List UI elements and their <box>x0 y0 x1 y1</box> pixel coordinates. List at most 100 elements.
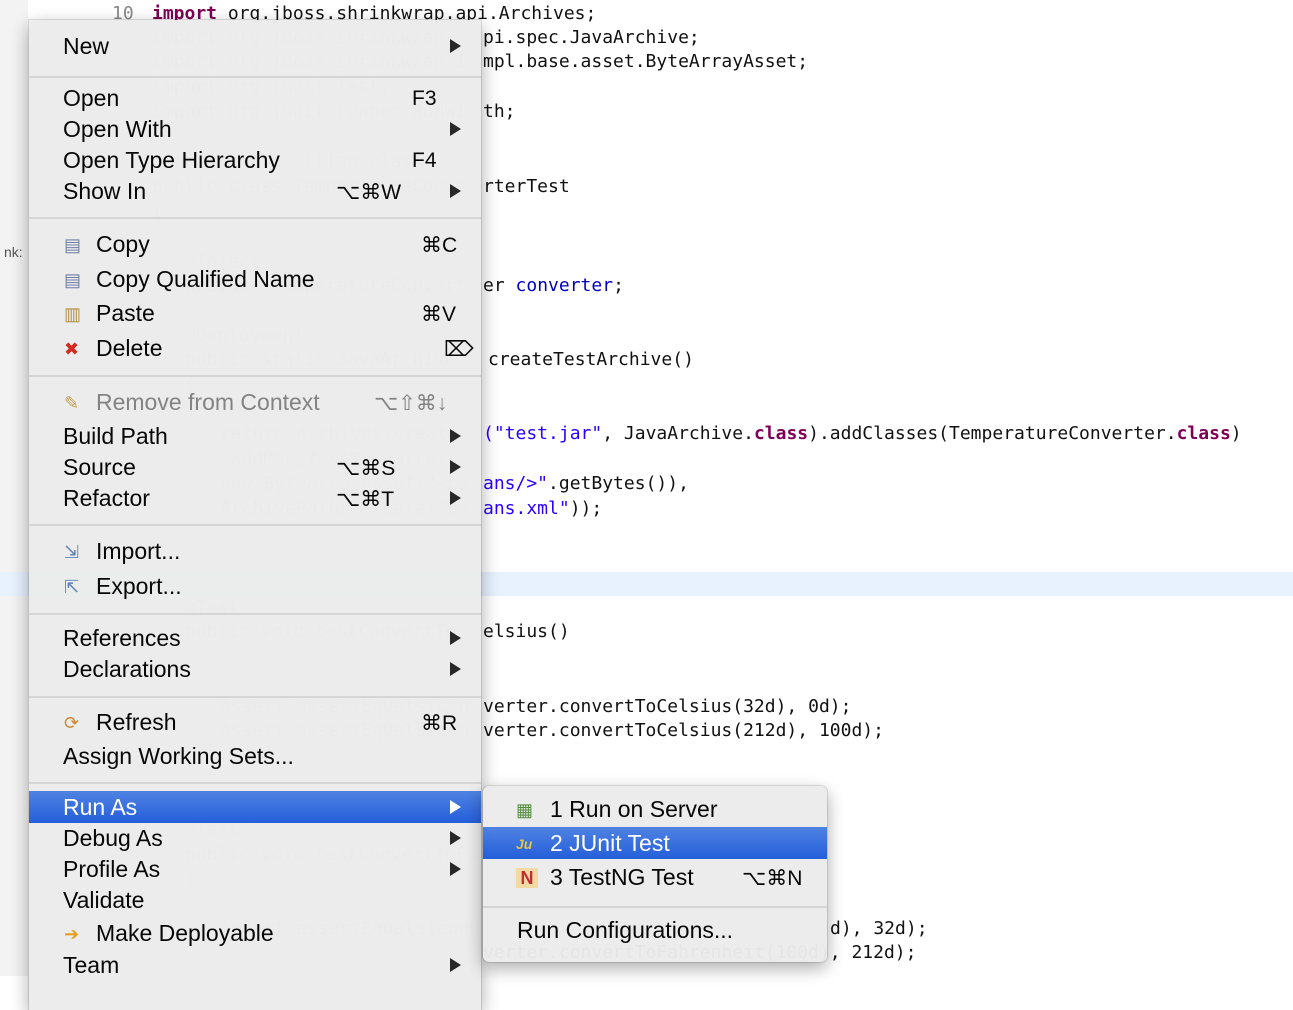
code-line: ("test.jar", JavaArchive.class).addClass… <box>483 422 1242 446</box>
code-line: er converter; <box>483 274 624 298</box>
menu-item-label: Validate <box>63 887 145 913</box>
menu-item-open-with[interactable]: Open With <box>29 113 481 145</box>
menu-separator <box>29 76 481 78</box>
menu-item-refresh[interactable]: ⟳ Refresh ⌘R <box>29 706 481 738</box>
menu-shortcut: F4 <box>412 149 437 172</box>
code-token: d), 32d); <box>830 918 928 939</box>
code-token: er <box>483 275 516 296</box>
code-token: elsius() <box>483 621 570 642</box>
code-line: ans.xml")); <box>483 497 602 521</box>
code-token: class <box>753 423 809 444</box>
menu-item-label: Debug As <box>63 825 163 851</box>
code-line: ans/>".getBytes()), <box>483 472 689 496</box>
menu-item-label: Assign Working Sets... <box>63 743 294 769</box>
menu-shortcut: ⌘V <box>421 303 457 326</box>
menu-item-label: Copy Qualified Name <box>96 266 315 292</box>
submenu-arrow-icon <box>450 831 461 845</box>
code-token: , JavaArchive. <box>602 423 754 444</box>
menu-item-label: Open <box>63 85 120 111</box>
submenu-item-junit-test[interactable]: Ju 2 JUnit Test <box>483 827 827 859</box>
code-line: createTestArchive() <box>488 348 694 372</box>
submenu-arrow-icon <box>450 631 461 645</box>
menu-item-declarations[interactable]: Declarations <box>29 653 481 685</box>
testng-icon: N <box>516 868 538 888</box>
menu-item-label: Refresh <box>96 709 177 735</box>
menu-separator <box>483 906 827 908</box>
menu-item-label: References <box>63 625 181 651</box>
code-line: verter.convertToCelsius(212d), 100d); <box>483 719 884 743</box>
menu-shortcut: ⌥⌘S <box>336 457 396 480</box>
submenu-arrow-icon <box>450 429 461 443</box>
copy-icon: ▤ <box>64 235 82 255</box>
menu-item-copy-qualified-name[interactable]: ▤ Copy Qualified Name <box>29 263 481 295</box>
junit-icon: Ju <box>516 836 533 852</box>
submenu-arrow-icon <box>450 491 461 505</box>
menu-item-label: New <box>63 33 110 59</box>
menu-shortcut: ⌦ <box>444 338 474 361</box>
submenu-item-label: 1 Run on Server <box>550 796 718 822</box>
menu-item-label: Build Path <box>63 423 168 449</box>
submenu-arrow-icon <box>450 958 461 972</box>
menu-item-open[interactable]: Open F3 <box>29 82 481 114</box>
submenu-item-run-configurations[interactable]: Run Configurations... <box>483 914 827 946</box>
menu-shortcut: ⌥⌘N <box>742 867 803 890</box>
menu-shortcut: ⌘C <box>421 234 458 257</box>
menu-item-profile-as[interactable]: Profile As <box>29 853 481 885</box>
export-icon: ⇱ <box>64 577 80 597</box>
menu-item-label: Show In <box>63 178 147 204</box>
menu-item-make-deployable[interactable]: ➔ Make Deployable <box>29 917 481 949</box>
menu-item-export[interactable]: ⇱ Export... <box>29 570 481 602</box>
submenu-item-run-on-server[interactable]: ▦ 1 Run on Server <box>483 793 827 825</box>
menu-item-references[interactable]: References <box>29 622 481 654</box>
menu-item-label: Run As <box>63 794 138 820</box>
menu-item-assign-working-sets[interactable]: Assign Working Sets... <box>29 740 481 772</box>
code-token: verter.convertToCelsius(212d), 100d); <box>483 720 884 741</box>
menu-item-label: Open Type Hierarchy <box>63 147 280 173</box>
refresh-icon: ⟳ <box>64 713 80 733</box>
submenu-item-testng-test[interactable]: N 3 TestNG Test ⌥⌘N <box>483 861 827 893</box>
menu-item-refactor[interactable]: Refactor ⌥⌘T <box>29 482 481 514</box>
code-line: verter.convertToCelsius(32d), 0d); <box>483 695 851 719</box>
submenu-arrow-icon <box>450 662 461 676</box>
code-token: class <box>1176 423 1231 444</box>
menu-item-debug-as[interactable]: Debug As <box>29 822 481 854</box>
menu-item-copy[interactable]: ▤ Copy ⌘C <box>29 228 481 260</box>
code-line: th; <box>483 100 516 124</box>
submenu-item-label: 2 JUnit Test <box>550 830 670 856</box>
menu-item-label: Export... <box>96 573 182 599</box>
menu-separator <box>29 613 481 615</box>
import-icon: ⇲ <box>64 542 80 562</box>
code-token: ).addClasses(TemperatureConverter. <box>808 423 1177 444</box>
code-token: createTestArchive() <box>488 349 694 370</box>
menu-item-label: Source <box>63 454 136 480</box>
menu-item-validate[interactable]: Validate <box>29 884 481 916</box>
submenu-arrow-icon <box>450 39 461 53</box>
menu-item-build-path[interactable]: Build Path <box>29 420 481 452</box>
menu-item-delete[interactable]: ✖ Delete ⌦ <box>29 332 481 364</box>
menu-item-show-in[interactable]: Show In ⌥⌘W <box>29 175 481 207</box>
menu-item-paste[interactable]: ▥ Paste ⌘V <box>29 297 481 329</box>
menu-item-source[interactable]: Source ⌥⌘S <box>29 451 481 483</box>
submenu-item-label: 3 TestNG Test <box>550 864 694 890</box>
menu-separator <box>29 696 481 698</box>
code-token: ("test.jar" <box>483 423 603 444</box>
code-token: )); <box>569 498 603 519</box>
menu-item-open-type-hierarchy[interactable]: Open Type Hierarchy F4 <box>29 144 481 176</box>
menu-item-run-as[interactable]: Run As <box>29 791 481 823</box>
code-line: rterTest <box>483 175 570 199</box>
menu-item-new[interactable]: New <box>29 30 481 62</box>
code-token: ) <box>1230 423 1242 444</box>
menu-item-remove-from-context: ✎ Remove from Context ⌥⇧⌘↓ <box>29 386 481 418</box>
code-token: mpl.base.asset.ByteArrayAsset; <box>483 51 809 72</box>
context-menu: New Open F3 Open With Open Type Hierarchy F4 S… <box>29 20 481 1010</box>
menu-item-import[interactable]: ⇲ Import... <box>29 535 481 567</box>
menu-item-label: Delete <box>96 335 163 361</box>
code-token: ans/>" <box>483 473 549 494</box>
code-token: verter.convertToCelsius(32d), 0d); <box>483 696 852 717</box>
code-token: th; <box>483 101 516 122</box>
menu-separator <box>29 217 481 219</box>
menu-item-team[interactable]: Team <box>29 949 481 981</box>
code-line: pi.spec.JavaArchive; <box>483 26 700 50</box>
menu-shortcut: F3 <box>412 87 437 110</box>
submenu-arrow-icon <box>450 862 461 876</box>
